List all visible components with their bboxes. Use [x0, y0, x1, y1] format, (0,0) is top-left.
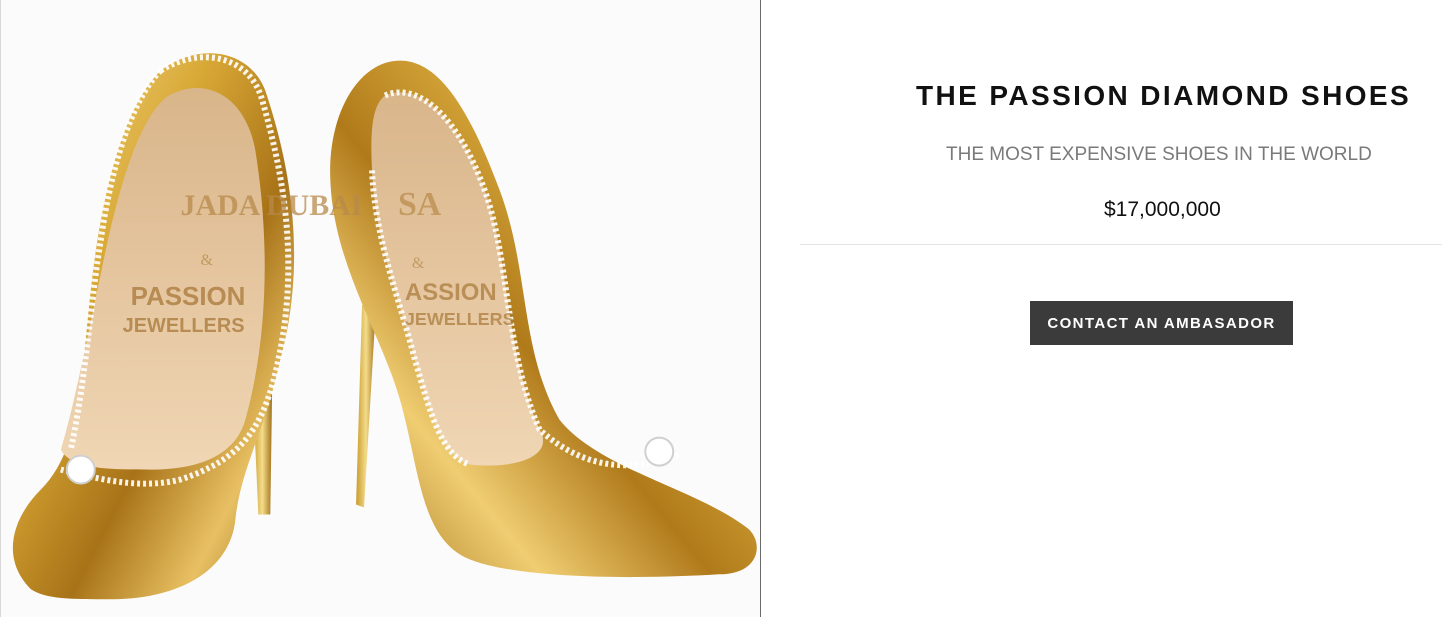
- left-shoe: JADA DUBAI & PASSION JEWELLERS: [12, 53, 363, 600]
- svg-text:PASSION: PASSION: [131, 283, 246, 311]
- right-shoe: SA & ASSION JEWELLERS: [330, 60, 757, 578]
- product-page: SA & ASSION JEWELLERS JADA DUBAI & PASSI…: [0, 0, 1442, 617]
- svg-text:&: &: [200, 252, 213, 269]
- svg-text:SA: SA: [398, 186, 442, 223]
- product-image: SA & ASSION JEWELLERS JADA DUBAI & PASSI…: [0, 0, 761, 617]
- product-info: THE PASSION DIAMOND SHOES THE MOST EXPEN…: [800, 0, 1442, 617]
- divider: [800, 244, 1442, 245]
- gold-shoes-illustration: SA & ASSION JEWELLERS JADA DUBAI & PASSI…: [12, 53, 757, 600]
- contact-ambassador-button[interactable]: CONTACT AN AMBASADOR: [1030, 301, 1293, 345]
- svg-text:JEWELLERS: JEWELLERS: [405, 309, 515, 329]
- svg-text:JADA DUBAI: JADA DUBAI: [181, 189, 363, 222]
- product-subtitle: THE MOST EXPENSIVE SHOES IN THE WORLD: [946, 144, 1372, 165]
- product-title: THE PASSION DIAMOND SHOES: [916, 80, 1412, 111]
- svg-text:ASSION: ASSION: [405, 279, 497, 306]
- svg-text:JEWELLERS: JEWELLERS: [123, 315, 245, 337]
- svg-text:&: &: [412, 255, 425, 272]
- product-price: $17,000,000: [1104, 198, 1221, 221]
